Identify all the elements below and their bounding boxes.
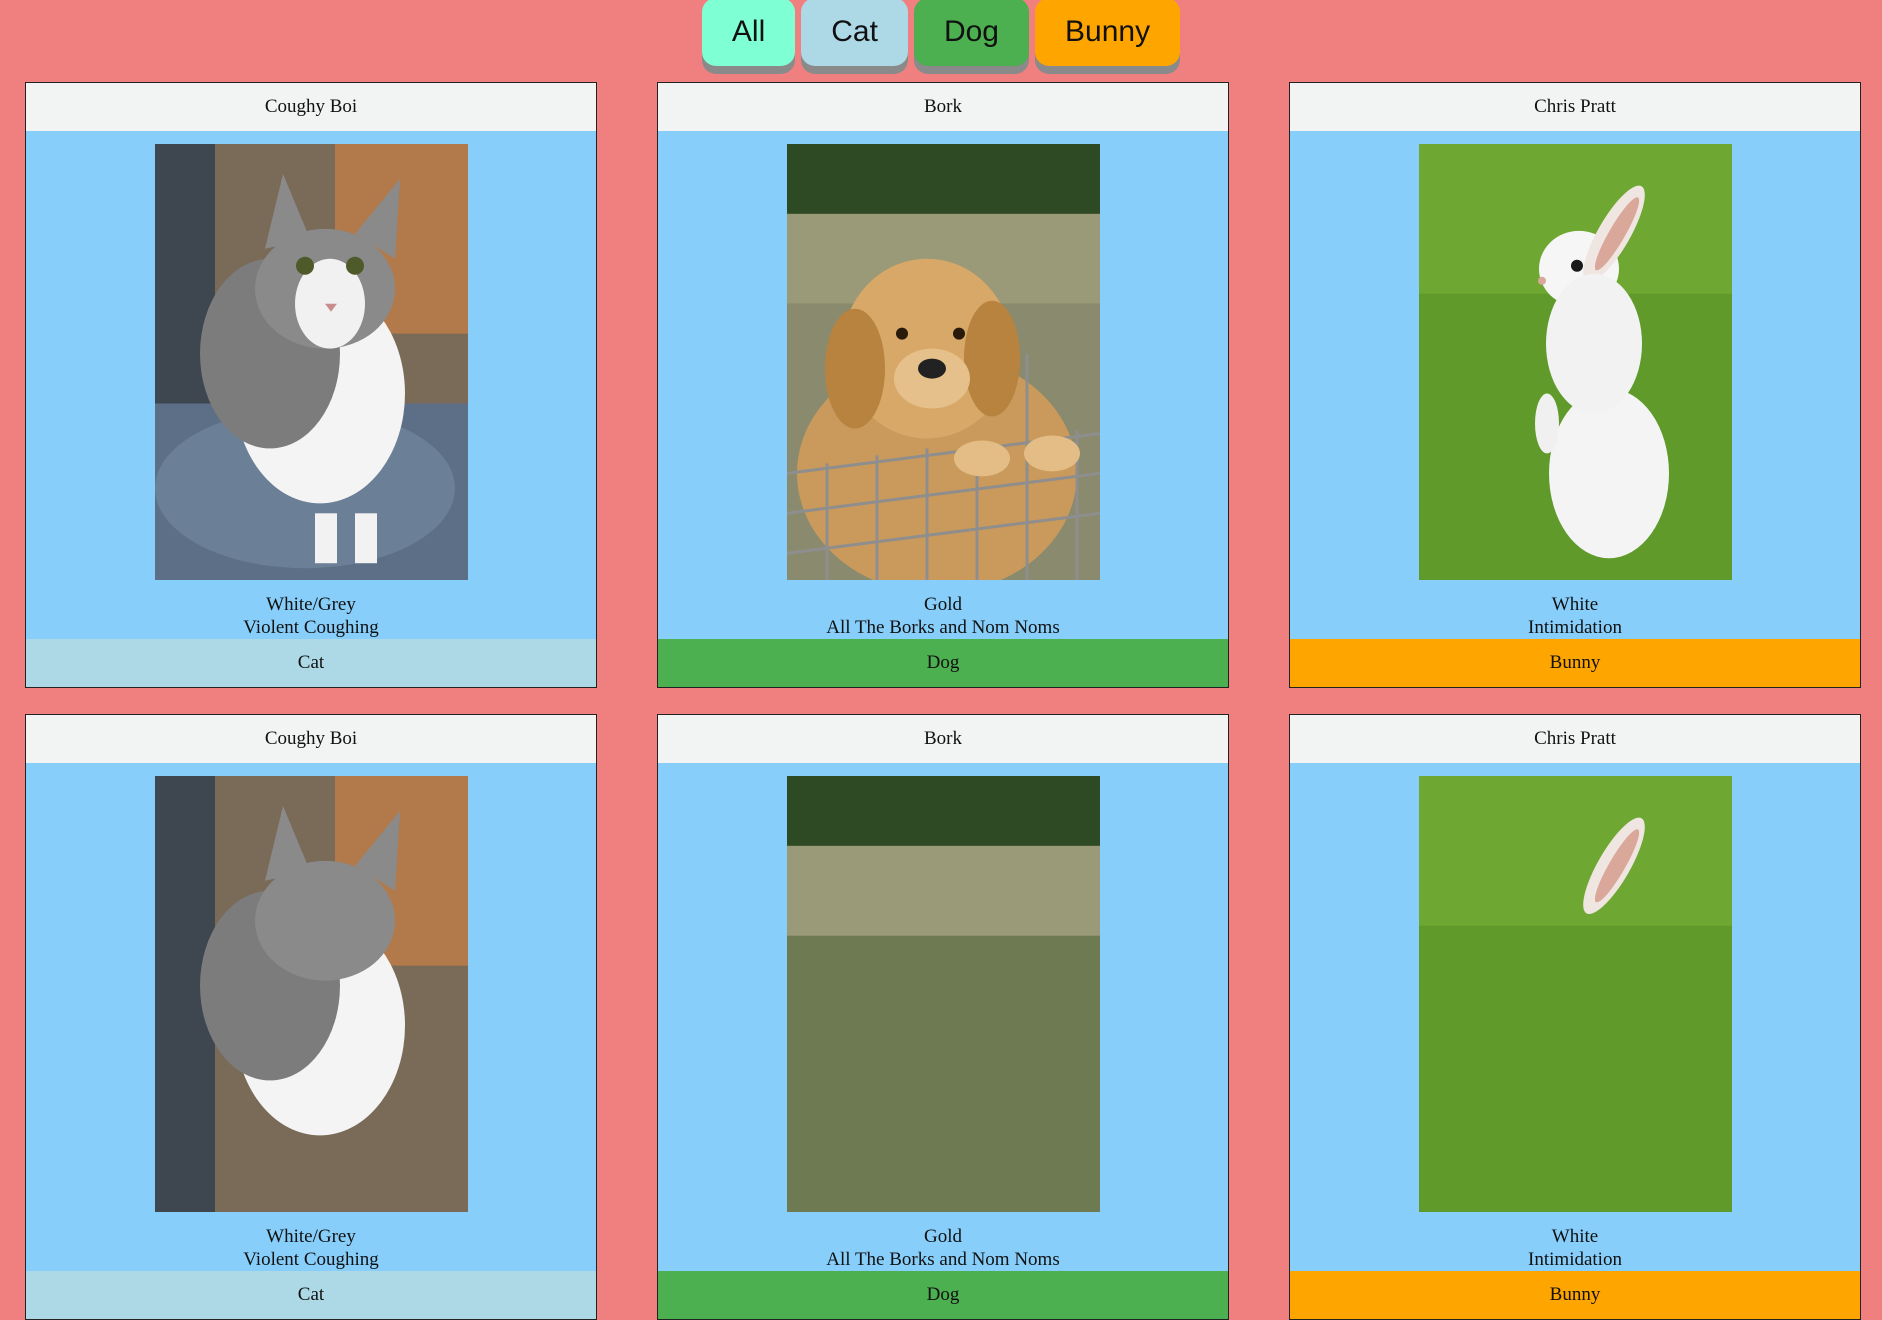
pet-type-badge: Cat [26, 1271, 596, 1319]
pet-trait: Intimidation [1528, 617, 1622, 639]
cat-photo [154, 775, 468, 1213]
pet-type-badge: Bunny [1290, 1271, 1860, 1319]
pet-color: White/Grey [266, 594, 356, 616]
pet-name: Coughy Boi [26, 83, 596, 131]
pet-details: White/Grey Violent Coughing [26, 1225, 596, 1271]
pet-trait: Violent Coughing [243, 1249, 379, 1271]
pet-trait: All The Borks and Nom Noms [826, 1249, 1060, 1271]
pet-details: White Intimidation [1290, 593, 1860, 639]
pet-type-badge: Bunny [1290, 639, 1860, 687]
pet-trait: Violent Coughing [243, 617, 379, 639]
pet-type-badge: Cat [26, 639, 596, 687]
pet-details: White/Grey Violent Coughing [26, 593, 596, 639]
pet-trait: All The Borks and Nom Noms [826, 617, 1060, 639]
pet-name: Chris Pratt [1290, 715, 1860, 763]
pet-type-badge: Dog [658, 1271, 1228, 1319]
pet-details: Gold All The Borks and Nom Noms [658, 593, 1228, 639]
pet-card: Chris Pratt White Intimidation Bunny [1289, 82, 1861, 688]
bunny-photo [1418, 143, 1732, 581]
filter-cat-button[interactable]: Cat [801, 0, 908, 66]
pet-name: Bork [658, 715, 1228, 763]
pet-trait: Intimidation [1528, 1249, 1622, 1271]
dog-photo-graphic [786, 143, 1100, 581]
filter-bunny-button[interactable]: Bunny [1035, 0, 1181, 66]
pet-name: Chris Pratt [1290, 83, 1860, 131]
dog-photo [786, 143, 1100, 581]
cat-photo [154, 143, 468, 581]
pet-color: White/Grey [266, 1226, 356, 1248]
pet-name: Bork [658, 83, 1228, 131]
pet-color: Gold [924, 594, 962, 616]
filter-dog-button[interactable]: Dog [913, 0, 1029, 66]
pet-name: Coughy Boi [26, 715, 596, 763]
pet-type-badge: Dog [658, 639, 1228, 687]
bunny-photo-graphic [1418, 143, 1732, 581]
pet-color: White [1551, 594, 1599, 616]
pet-card: Chris Pratt White Intimidation Bunny [1289, 714, 1861, 1320]
bunny-photo-graphic [1418, 775, 1732, 1213]
pet-details: Gold All The Borks and Nom Noms [658, 1225, 1228, 1271]
cat-photo-graphic [154, 775, 468, 1213]
pet-card: Coughy Boi White/Grey Violent Coughing C… [25, 82, 597, 688]
cat-photo-graphic [154, 143, 468, 581]
dog-photo-graphic [786, 775, 1100, 1213]
pet-details: White Intimidation [1290, 1225, 1860, 1271]
pet-color: White [1551, 1226, 1599, 1248]
filter-bar: All Cat Dog Bunny [0, 0, 1882, 68]
pet-card: Bork Gold All The Borks and Nom Noms Dog [657, 714, 1229, 1320]
pet-card: Bork Gold All The Borks and Nom Noms Dog [657, 82, 1229, 688]
filter-all-button[interactable]: All [701, 0, 796, 66]
bunny-photo [1418, 775, 1732, 1213]
pet-grid: Coughy Boi White/Grey Violent Coughing C… [25, 82, 1861, 1320]
dog-photo [786, 775, 1100, 1213]
pet-color: Gold [924, 1226, 962, 1248]
pet-card: Coughy Boi White/Grey Violent Coughing C… [25, 714, 597, 1320]
